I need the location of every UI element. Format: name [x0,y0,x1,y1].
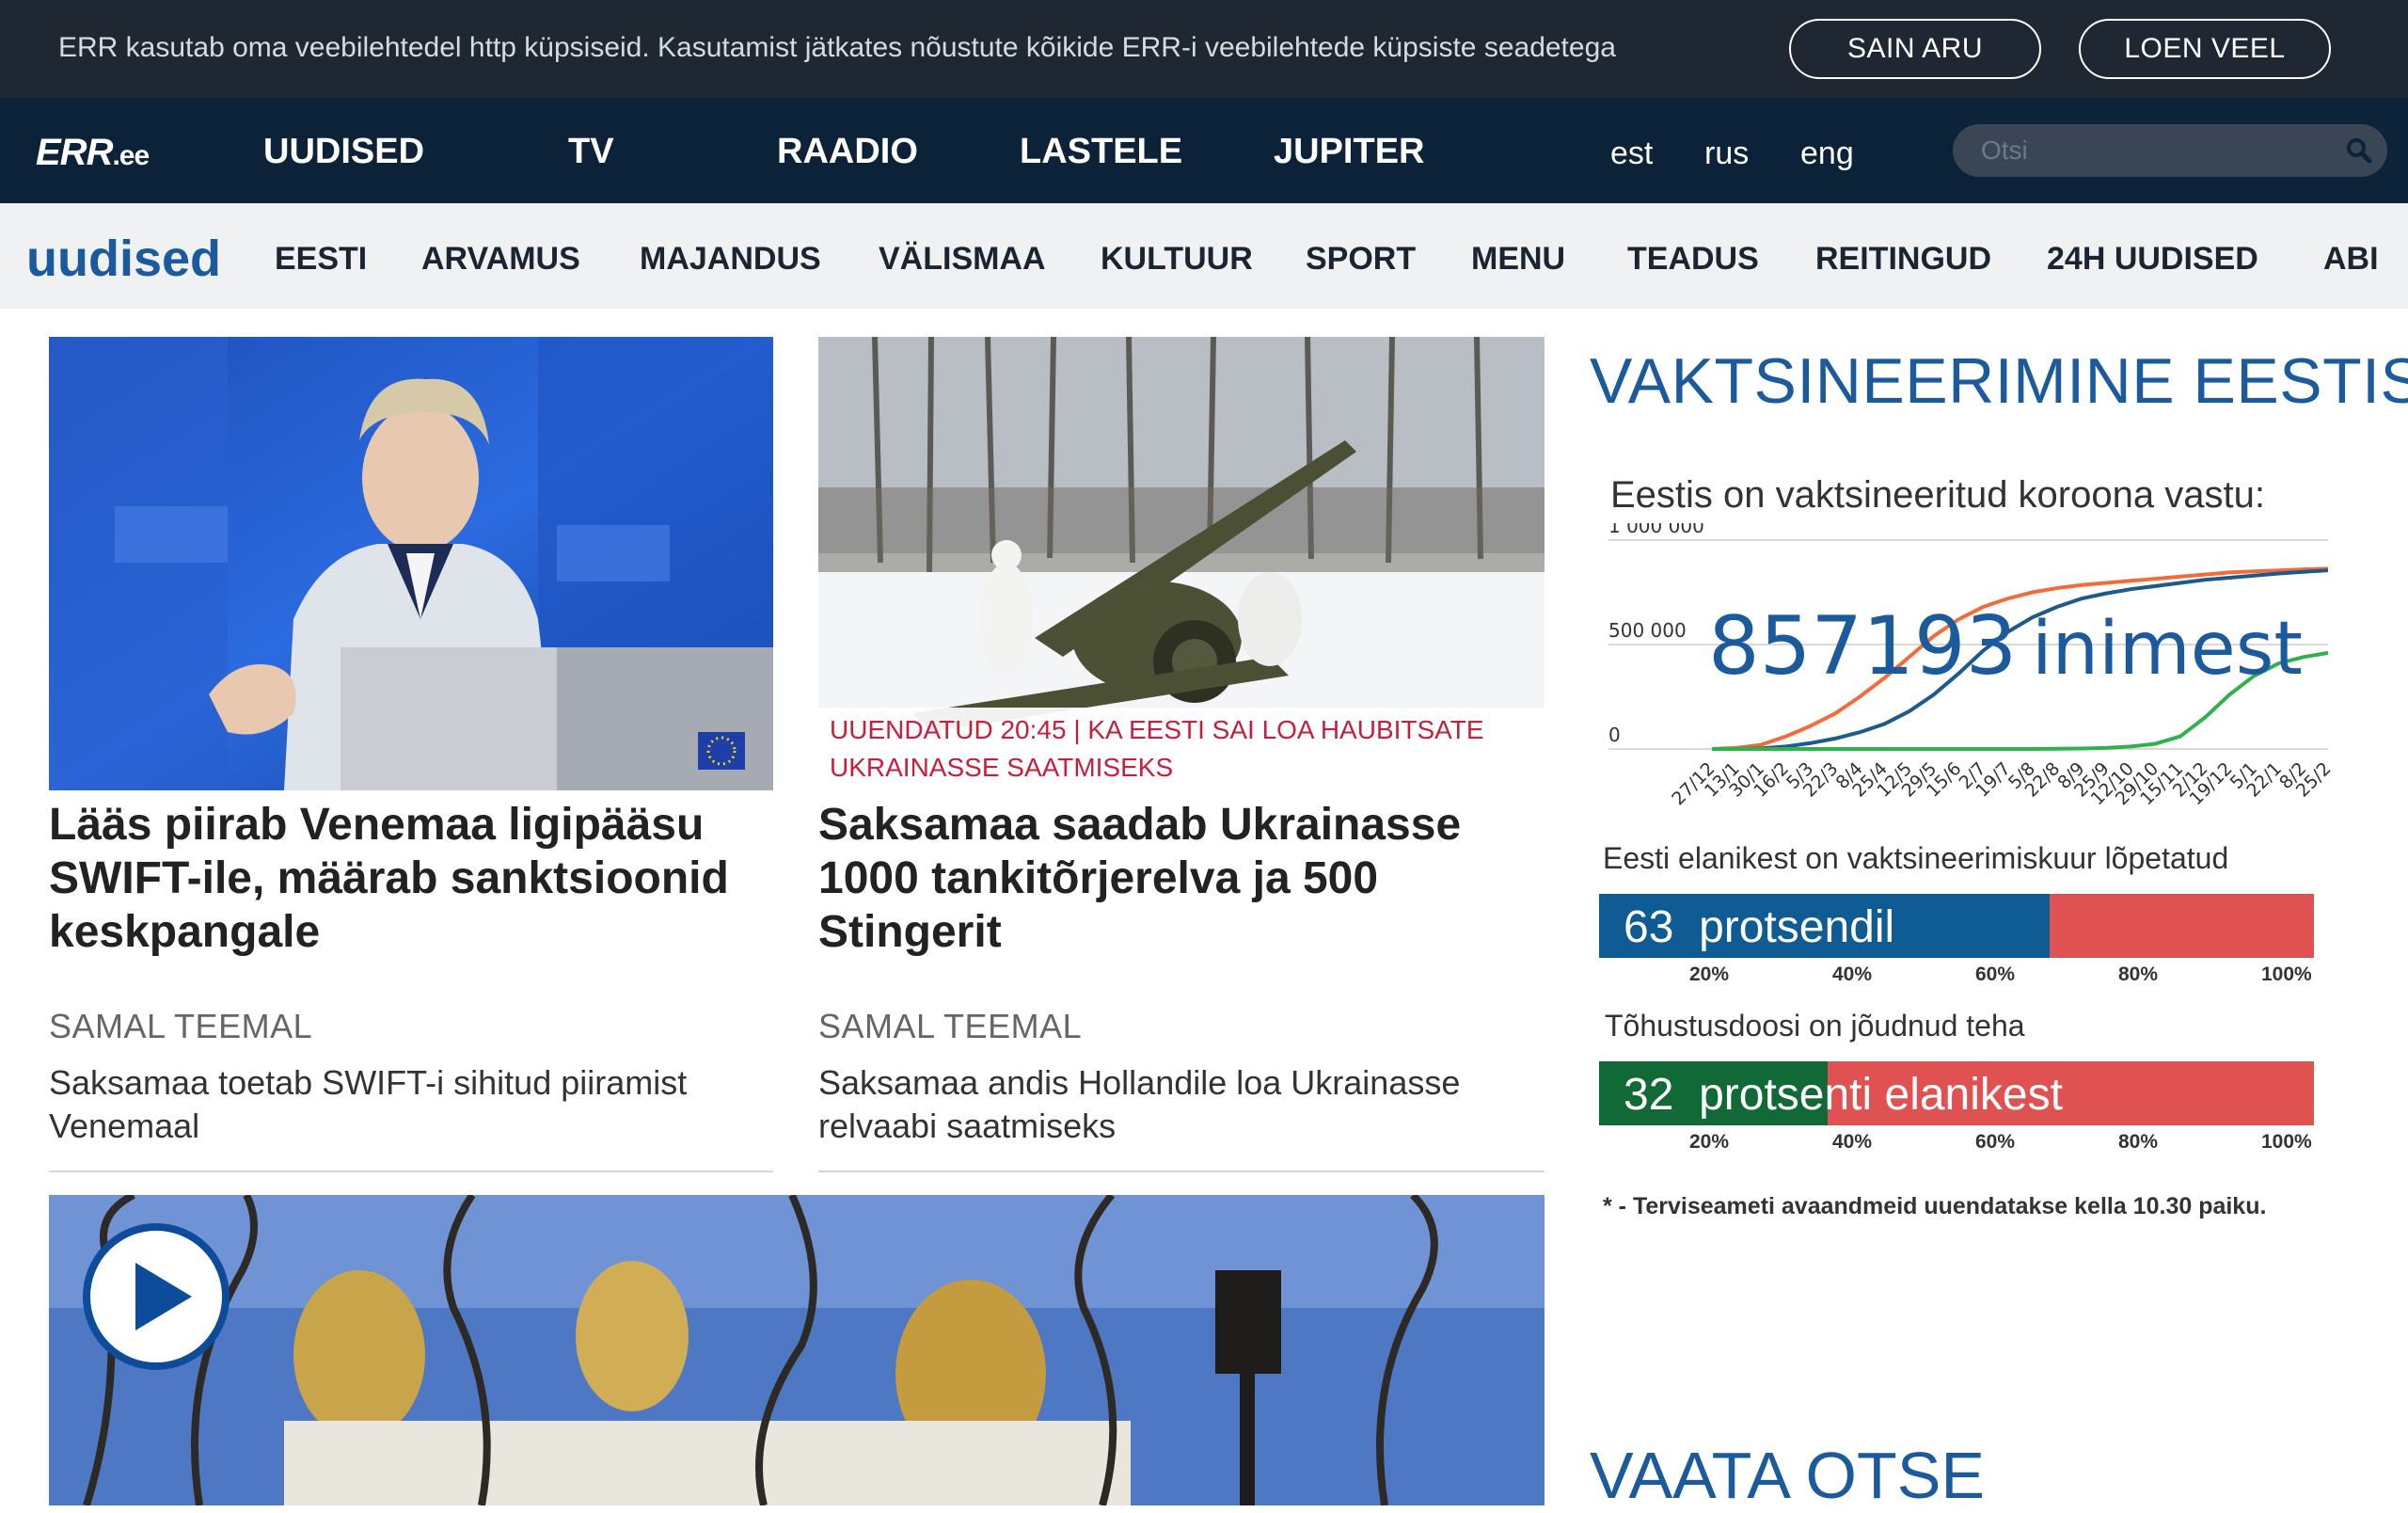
video-article-photo[interactable] [49,1195,1545,1505]
article-2-update-label[interactable]: UUENDATUD 20:45 | KA EESTI SAI LOA HAUBI… [818,708,1545,790]
article-2-headline[interactable]: Saksamaa saadab Ukrainasse 1000 tankitõr… [818,798,1545,959]
nav-tv[interactable]: TV [568,132,614,172]
lang-rus[interactable]: rus [1704,135,1749,172]
subnav-sport[interactable]: SPORT [1306,241,1416,278]
bar-tick-label: 60% [1975,1131,2016,1153]
err-logo[interactable]: ERR.ee [36,132,150,174]
speaker-at-podium-image [49,337,773,790]
bar-tick-label: 40% [1832,964,1873,985]
live-section-title: VAATA OTSE [1590,1439,1986,1512]
vaccinated-unit: inimest [2032,607,2303,692]
bar-tick-label: 20% [1689,1131,1730,1153]
search-icon[interactable] [2344,135,2374,166]
bar-tick-label: 80% [2118,1131,2159,1153]
subnav-teadus[interactable]: TEADUS [1627,241,1759,278]
section-navigation: uudised EESTI ARVAMUS MAJANDUS VÄLISMAA … [0,203,2408,309]
chart-y-tick-label: 1 000 000 [1608,523,1704,537]
course-bar-ticks: 20% 40% 60% 80% 100% [1599,964,2314,992]
booster-bar-ticks: 20% 40% 60% 80% 100% [1599,1131,2314,1159]
article-1-related-link[interactable]: Saksamaa toetab SWIFT-i sihitud piiramis… [49,1061,773,1148]
course-bar-label: 63 protsendil [1624,901,1894,953]
article-1-divider [49,1171,773,1172]
booster-bar-label: 32 protsenti elanikest [1624,1069,2063,1121]
logo-text: ERR [36,132,113,173]
subnav-arvamus[interactable]: ARVAMUS [421,241,580,278]
nav-uudised[interactable]: UUDISED [263,132,424,172]
subnav-majandus[interactable]: MAJANDUS [640,241,821,278]
lang-est[interactable]: est [1610,135,1653,172]
bar-tick-label: 100% [2261,1131,2312,1153]
vaccination-subtitle: Eestis on vaktsineeritud koroona vastu: [1610,474,2265,516]
article-1-section-label: SAMAL TEEMAL [49,1007,313,1045]
vaccination-footnote: * - Terviseameti avaandmeid uuendatakse … [1603,1193,2267,1219]
chart-y-tick-label: 500 000 [1608,619,1687,642]
cookie-message: ERR kasutab oma veebilehtedel http küpsi… [58,32,1616,63]
course-unit: protsendil [1699,902,1895,952]
booster-unit: protsenti elanikest [1699,1070,2063,1120]
article-2-divider [818,1171,1545,1172]
vaccination-title: VAKTSINEERIMINE EESTIS [1590,345,2408,417]
vaccination-line-chart: 0500 0001 000 000 27/1213/130/116/25/322… [1608,523,2333,809]
bar-tick-label: 40% [1832,1131,1873,1153]
subnav-eesti[interactable]: EESTI [275,241,367,278]
subnav-abi[interactable]: ABI [2323,241,2379,278]
subnav-reitingud[interactable]: REITINGUD [1815,241,1991,278]
subnav-menu[interactable]: MENU [1471,241,1565,278]
course-value: 63 [1624,902,1674,952]
article-2-section-label: SAMAL TEEMAL [818,1007,1083,1045]
booster-value: 32 [1624,1070,1674,1120]
cookie-read-more-button[interactable]: LOEN VEEL [2079,19,2331,79]
main-navigation: ERR.ee UUDISED TV RAADIO LASTELE JUPITER… [0,98,2408,203]
bar-tick-label: 80% [2118,964,2159,985]
course-label: Eesti elanikest on vaktsineerimiskuur lõ… [1603,841,2229,875]
search-input[interactable] [1981,134,2320,167]
logo-suffix: .ee [112,140,150,171]
vaccinated-count: 857193 [1708,599,2017,693]
article-1-photo[interactable] [49,337,773,790]
chart-y-tick-label: 0 [1608,724,1621,746]
search-box [1953,124,2387,177]
cathedral-domes-image [49,1195,1545,1505]
nav-jupiter[interactable]: JUPITER [1274,132,1424,172]
bar-tick-label: 20% [1689,964,1730,985]
subnav-24h-uudised[interactable]: 24H UUDISED [2047,241,2258,278]
article-2-related-link[interactable]: Saksamaa andis Hollandile loa Ukrainasse… [818,1061,1545,1148]
bar-tick-label: 60% [1975,964,2016,985]
subnav-valismaa[interactable]: VÄLISMAA [879,241,1046,278]
subnav-kultuur[interactable]: KULTUUR [1101,241,1253,278]
cookie-agree-button[interactable]: SAIN ARU [1789,19,2041,79]
cookie-banner: ERR kasutab oma veebilehtedel http küpsi… [0,0,2408,98]
article-1-headline[interactable]: Lääs piirab Venemaa ligipääsu SWIFT-ile,… [49,798,773,959]
booster-label: Tõhustusdoosi on jõudnud teha [1605,1009,2025,1043]
play-icon[interactable] [81,1221,231,1372]
section-brand[interactable]: uudised [26,230,221,288]
nav-raadio[interactable]: RAADIO [777,132,918,172]
lang-eng[interactable]: eng [1800,135,1854,172]
bar-tick-label: 100% [2261,964,2312,985]
nav-lastele[interactable]: LASTELE [1020,132,1182,172]
